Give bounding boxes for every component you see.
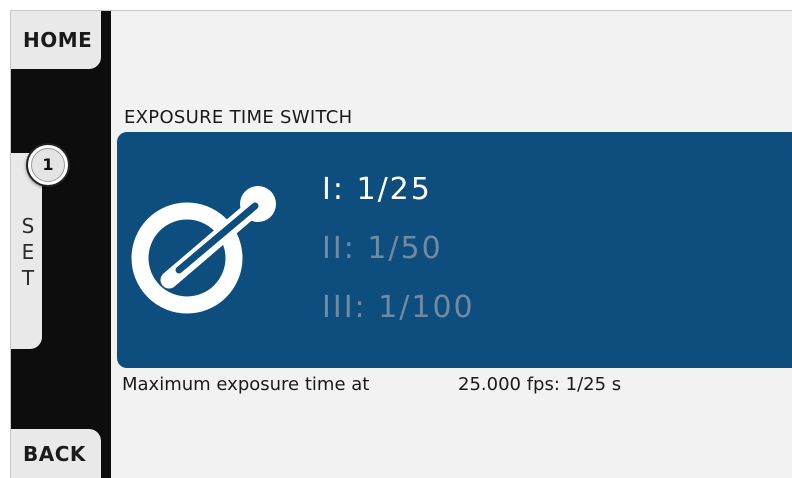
set-letter-s: S: [21, 214, 35, 238]
set-letter-e: E: [21, 240, 35, 264]
set-letter-t: T: [21, 266, 35, 290]
back-button[interactable]: BACK: [11, 429, 101, 478]
camera-screen: HOME S E T BACK 1 EXPOSURE TIME SWITCH I…: [10, 10, 792, 478]
exposure-switch-panel: I: 1/25 II: 1/50 III: 1/100: [117, 132, 792, 368]
callout-marker: 1: [26, 143, 70, 187]
callout-number: 1: [31, 148, 65, 182]
shutter-angle-icon: [131, 186, 276, 314]
exposure-option-3[interactable]: III: 1/100: [322, 290, 475, 325]
exposure-option-1[interactable]: I: 1/25: [322, 172, 432, 207]
max-exposure-value: 25.000 fps: 1/25 s: [458, 374, 622, 395]
max-exposure-label: Maximum exposure time at: [122, 374, 370, 395]
page-title: EXPOSURE TIME SWITCH: [124, 107, 353, 128]
exposure-option-2[interactable]: II: 1/50: [322, 231, 443, 266]
left-button-rail: HOME S E T BACK: [11, 11, 111, 478]
set-button-label: S E T: [20, 213, 36, 291]
home-button[interactable]: HOME: [11, 11, 101, 69]
